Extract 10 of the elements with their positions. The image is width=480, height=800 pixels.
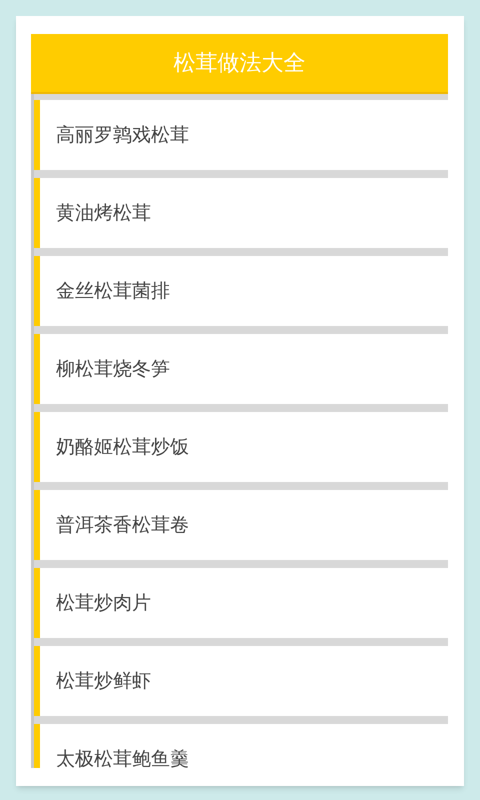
page-title: 松茸做法大全 (174, 50, 306, 78)
recipe-item[interactable]: 松茸炒鲜虾 (34, 646, 448, 716)
recipe-item[interactable]: 松茸炒肉片 (34, 568, 448, 638)
recipe-item[interactable]: 普洱茶香松茸卷 (34, 490, 448, 560)
recipe-item[interactable]: 太极松茸鲍鱼羹 (34, 724, 448, 768)
recipe-item[interactable]: 奶酪姬松茸炒饭 (34, 412, 448, 482)
recipe-item[interactable]: 柳松茸烧冬笋 (34, 334, 448, 404)
recipe-item[interactable]: 黄油烤松茸 (34, 178, 448, 248)
recipe-item[interactable]: 高丽罗鹑戏松茸 (34, 100, 448, 170)
recipe-item[interactable]: 金丝松茸菌排 (34, 256, 448, 326)
